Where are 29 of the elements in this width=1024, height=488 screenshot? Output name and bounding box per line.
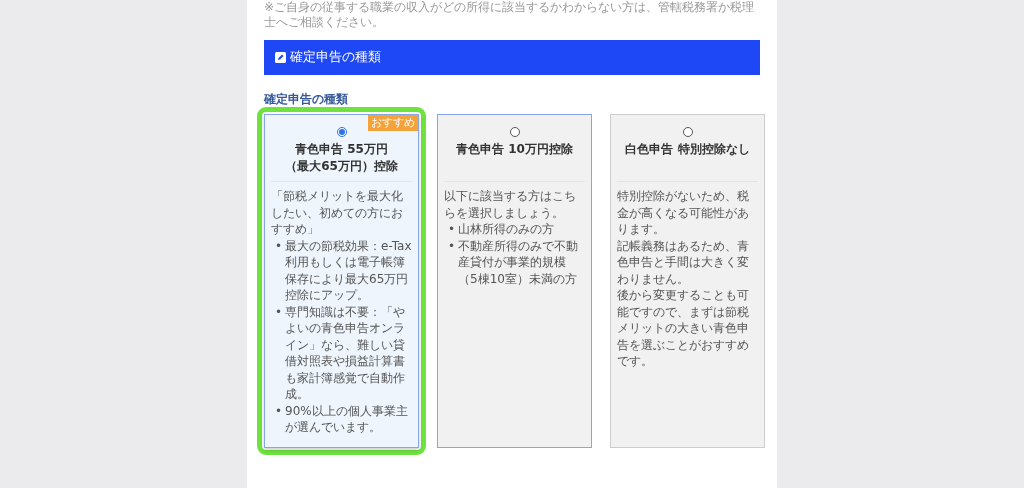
radio-button[interactable] [682, 127, 693, 137]
bullet-item: 専門知識は不要：「やよいの青色申告オンライン」なら、難しい貸借対照表や損益計算書も家計簿感覚で自動作成。 [285, 303, 407, 403]
option-title: 白色申告 特別控除なし [625, 141, 750, 158]
option-card[interactable]: 青色申告 10万円控除 以下に該当する方はこちらを選択しましょう。 • 山林所得のみの方 • 不動産所得のみで不動産貸付が事業的規模（5棟10室）未満の方 [437, 114, 592, 448]
option-intro: 以下に該当する方はこちらを選択しましょう。 [444, 188, 577, 221]
option-paragraph: 特別控除がないため、税金が高くなる可能性があります。 [617, 188, 750, 238]
bullet-marker: • [275, 237, 283, 254]
recommended-badge: おすすめ [368, 115, 418, 131]
option-title: 青色申告 10万円控除 [456, 141, 573, 158]
bullet-item: 山林所得のみの方 [458, 221, 556, 238]
option-card[interactable]: 白色申告 特別控除なし 特別控除がないため、税金が高くなる可能性があります。 記帳義務はあるため、青色申告と手間は大きく変わりません。 後から変更することも可能ですので、まずは節税メリットの大きい青色申告を選ぶことがおすすめです。 [610, 114, 765, 448]
field-label: 確定申告の種類 [264, 91, 349, 108]
bullet-item: 90%以上の個人事業主が選んでいます。 [285, 402, 409, 436]
bullet-marker: • [275, 303, 283, 320]
option-intro: 「節税メリットを最大化したい、初めての方におすすめ」 [271, 188, 404, 238]
radio-button[interactable] [336, 127, 347, 137]
bullet-item: 不動産所得のみで不動産貸付が事業的規模（5棟10室）未満の方 [458, 237, 580, 287]
option-paragraph: 後から変更することも可能ですので、まずは節税メリットの大きい青色申告を選ぶことがおすすめです。 [617, 287, 750, 370]
option-title: 青色申告 55万円（最大65万円）控除 [284, 141, 399, 175]
bullet-marker: • [448, 221, 456, 238]
pencil-icon [275, 52, 286, 63]
section-title: 確定申告の種類 [290, 49, 381, 66]
bullet-item: 最大の節税効果：e-Tax利用もしくは電子帳簿保存により最大65万円控除にアップ。 [285, 237, 412, 304]
note-text: ※ご自身の従事する職業の収入がどの所得に該当するかわからない方は、管轄税務署か税理士へご相談ください。 [264, 0, 756, 30]
bullet-marker: • [275, 402, 283, 419]
radio-button[interactable] [509, 127, 520, 137]
option-card[interactable]: おすすめ 青色申告 55万円（最大65万円）控除 「節税メリットを最大化したい、初めての方におすすめ」 • 最大の節税効果：e-Tax利用もしくは電子帳簿保存により最大65万円控除にアップ。 • 専門知識は不要：「やよいの青色申告オンライン」なら、難しい貸借対照表や損益計算書も家計簿感覚で自動作成。 • 90%以上の個人事業主が選んでいます。 [264, 114, 419, 448]
option-paragraph: 記帳義務はあるため、青色申告と手間は大きく変わりません。 [617, 237, 750, 287]
bullet-marker: • [448, 237, 456, 254]
